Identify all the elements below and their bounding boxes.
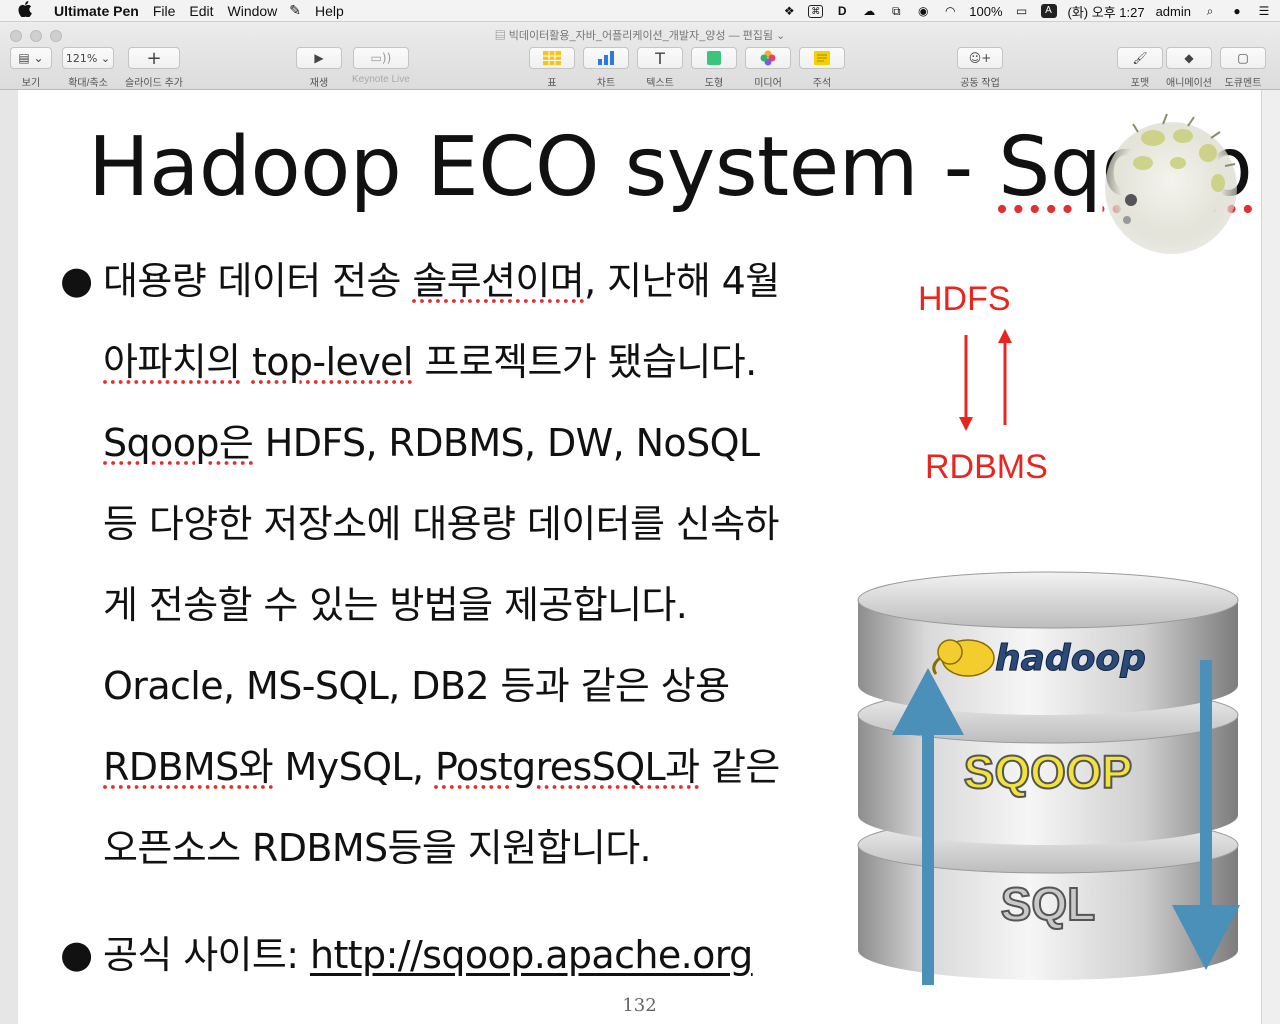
bullet1-line4[interactable]: 등 다양한 저장소에 대용량 데이터를 신속하 [103, 493, 779, 548]
slide-title[interactable]: Hadoop ECO system - Sqoop [88, 120, 1253, 215]
media-icon[interactable] [745, 47, 791, 69]
paintbrush-icon[interactable]: 🖌 [1117, 47, 1163, 69]
stack-layer-sql: SQL [1001, 878, 1096, 930]
command-icon[interactable]: ⌘ [808, 4, 824, 18]
menu-window[interactable]: Window [228, 3, 278, 19]
collaborate-tool[interactable]: ☺+ 공동 작업 [957, 47, 1003, 89]
animate-icon[interactable]: ◆ [1166, 47, 1212, 69]
cloud-icon[interactable]: ☁ [861, 4, 877, 18]
bullet-dot-2: ● [60, 932, 94, 976]
menu-edit[interactable]: Edit [189, 3, 213, 19]
document-title[interactable]: ▤ 빅데이터활용_자바_어플리케이션_개발자_양성 — 편집됨 ⌄ [0, 27, 1280, 43]
battery-percent: 100% [969, 3, 1003, 19]
shape-icon[interactable] [691, 47, 737, 69]
chevron-down-icon: ⌄ [776, 30, 786, 42]
shape-tool[interactable]: 도형 [691, 47, 737, 89]
siri-icon[interactable]: ● [1229, 4, 1245, 18]
bullet-dot-1: ● [60, 258, 94, 302]
text-tool[interactable]: T 텍스트 [637, 47, 683, 89]
slide-canvas[interactable]: Hadoop ECO system - Sqoop [0, 90, 1280, 1024]
bullet1-line7[interactable]: RDBMS와 MySQL, PostgresSQL과 같은 [103, 736, 780, 791]
database-stack-image: hadoop SQOOP SQL [857, 571, 1240, 985]
animate-tool[interactable]: ◆ 애니메이션 [1166, 47, 1212, 89]
text-icon[interactable]: T [637, 47, 683, 69]
sqoop-site-link[interactable]: http://sqoop.apache.org [310, 933, 753, 977]
menu-bar: Ultimate Pen File Edit Window ✎ Help ❖ ⌘… [0, 0, 1280, 22]
wifi-icon[interactable]: ◠ [942, 4, 958, 18]
status-area: ❖ ⌘ D ☁ ⧉ ◉ ◠ 100% ▭ A (화) 오후 1:27 admin… [781, 0, 1272, 22]
view-tool[interactable]: ▤ ⌄ 보기 [10, 47, 52, 89]
document-name: 빅데이터활용_자바_어플리케이션_개발자_양성 [508, 30, 726, 42]
app-toolbar: ▤ 빅데이터활용_자바_어플리케이션_개발자_양성 — 편집됨 ⌄ ▤ ⌄ 보기… [0, 22, 1280, 90]
app-menu[interactable]: Ultimate Pen [54, 3, 139, 19]
comment-icon[interactable] [799, 47, 845, 69]
document-state: — 편집됨 [728, 30, 773, 42]
bullet2-line[interactable]: 공식 사이트: http://sqoop.apache.org [103, 924, 753, 979]
clock[interactable]: (화) 오후 1:27 [1068, 2, 1145, 21]
media-tool[interactable]: 미디어 [745, 47, 791, 89]
bullet1-line3[interactable]: Sqoop은 HDFS, RDBMS, DW, NoSQL [103, 412, 760, 467]
format-tool[interactable]: 🖌 포맷 [1117, 47, 1163, 89]
keynote-live-tool[interactable]: ▭)) Keynote Live [352, 47, 410, 85]
document-icon: ▤ [494, 30, 509, 42]
script-menu-icon[interactable]: ✎ [289, 2, 301, 19]
chart-icon[interactable] [583, 47, 629, 69]
sidebar-view-icon[interactable]: ▤ ⌄ [10, 47, 52, 69]
document-inspector-icon[interactable]: ▢ [1220, 47, 1266, 69]
document-tool[interactable]: ▢ 도큐멘트 [1220, 47, 1266, 89]
d-app-icon[interactable]: D [834, 4, 850, 18]
play-icon[interactable]: ▶ [296, 47, 342, 69]
vertical-scrollbar[interactable] [1261, 90, 1280, 1024]
menu-file[interactable]: File [153, 3, 176, 19]
play-tool[interactable]: ▶ 재생 [296, 47, 342, 89]
bullet1-line6[interactable]: Oracle, MS-SQL, DB2 등과 같은 상용 [103, 655, 730, 710]
search-icon[interactable]: ⌕ [1202, 4, 1218, 18]
add-slide-tool[interactable]: + 슬라이드 추가 [125, 47, 183, 89]
plus-icon[interactable]: + [127, 47, 180, 69]
diagram-rdbms-label: RDBMS [925, 448, 1048, 486]
battery-icon[interactable]: ▭ [1014, 4, 1030, 18]
keynote-live-icon[interactable]: ▭)) [352, 47, 409, 69]
bullet1-line2[interactable]: 아파치의 top-level 프로젝트가 됐습니다. [103, 331, 757, 386]
list-icon[interactable]: ☰ [1256, 4, 1272, 18]
title-text: Hadoop ECO system - [88, 120, 999, 215]
zoom-tool[interactable]: 121% ⌄ 확대/축소 [62, 47, 114, 89]
collaborate-icon[interactable]: ☺+ [957, 47, 1003, 69]
table-tool[interactable]: 표 [529, 47, 575, 89]
apple-menu-icon[interactable] [18, 0, 40, 21]
input-source-icon[interactable]: A [1040, 4, 1057, 18]
bullet1-line8[interactable]: 오픈소스 RDBMS등을 지원합니다. [103, 817, 652, 872]
record-icon[interactable]: ◉ [915, 4, 931, 18]
page-number: 132 [622, 995, 657, 1016]
menu-help[interactable]: Help [315, 3, 344, 19]
stack-layer-hadoop: hadoop [995, 638, 1146, 679]
table-icon[interactable] [529, 47, 575, 69]
dropbox-icon[interactable]: ❖ [781, 4, 797, 18]
comment-tool[interactable]: 주석 [799, 47, 845, 89]
chart-tool[interactable]: 차트 [583, 47, 629, 89]
sqoop-mascot-icon [1105, 113, 1237, 254]
window-icon[interactable]: ⧉ [888, 4, 904, 18]
bullet1-line5[interactable]: 게 전송할 수 있는 방법을 제공합니다. [103, 574, 688, 629]
stack-layer-sqoop: SQOOP [964, 746, 1133, 798]
slide[interactable]: Hadoop ECO system - Sqoop [18, 90, 1261, 1024]
zoom-select[interactable]: 121% ⌄ [62, 47, 114, 69]
diagram-hdfs-label: HDFS [918, 280, 1011, 318]
bidirectional-arrows-icon [959, 329, 1012, 431]
bullet1-line1[interactable]: 대용량 데이터 전송 솔루션이며, 지난해 4월 [103, 250, 780, 305]
user-name[interactable]: admin [1156, 4, 1191, 19]
